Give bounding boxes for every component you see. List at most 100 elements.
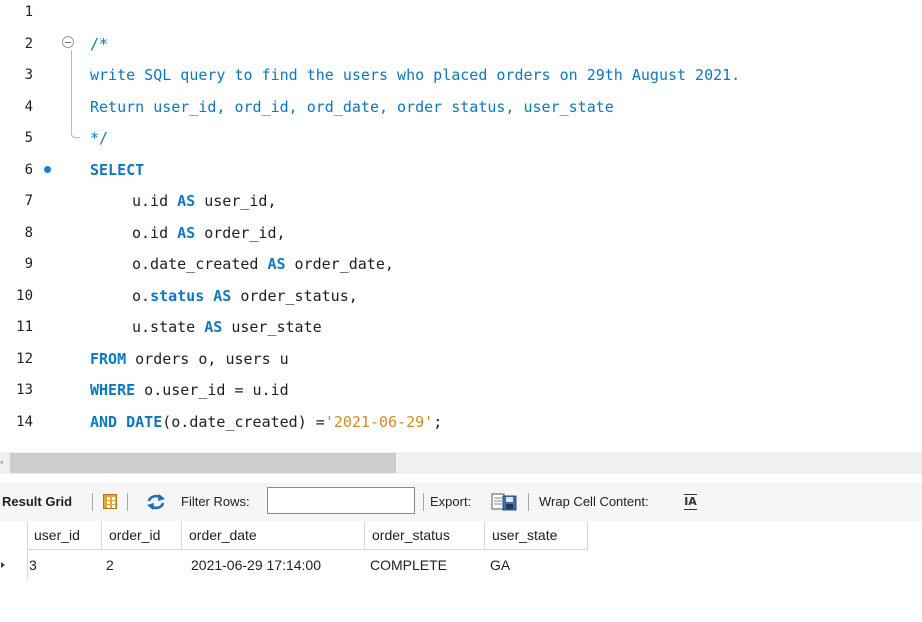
code-text: Return user_id, ord_id, ord_date, order … <box>90 92 614 123</box>
code-token: o.id <box>132 223 178 242</box>
line-number: 12 <box>16 350 33 367</box>
code-text: o.id AS order_id, <box>90 218 286 249</box>
code-token: u.state <box>132 318 205 336</box>
code-token: user_id, <box>195 192 277 210</box>
line-number: 8 <box>24 224 33 241</box>
code-line[interactable]: 14 AND DATE(o.date_created) ='2021-06-29'… <box>0 407 922 438</box>
code-line[interactable]: 7 u.id AS user_id, <box>0 186 922 217</box>
code-line[interactable]: 8 o.id AS order_id, <box>0 218 922 249</box>
code-text: write SQL query to find the users who pl… <box>90 60 740 91</box>
filter-rows-label: Filter Rows: <box>181 494 250 509</box>
code-line[interactable]: 13 WHERE o.user_id = u.id <box>0 375 922 406</box>
code-line[interactable]: 3 write SQL query to find the users who p… <box>0 60 922 91</box>
line-number: 9 <box>24 256 33 272</box>
code-line[interactable]: 10 o.status AS order_status, <box>0 281 922 312</box>
filter-rows-input[interactable] <box>267 487 415 514</box>
column-header-user-state[interactable]: user_state <box>485 521 588 550</box>
code-line[interactable]: 2 /* <box>0 29 922 60</box>
line-number: 10 <box>16 287 33 304</box>
cell-order-id[interactable]: 2 <box>106 551 182 579</box>
code-text: WHERE o.user_id = u.id <box>90 375 289 406</box>
code-text: SELECT <box>90 155 144 186</box>
row-marker-icon <box>1 562 5 568</box>
code-token: AS <box>204 318 223 336</box>
scroll-left-arrow-icon[interactable]: ‹ <box>0 457 4 469</box>
code-token: (o.date_created) = <box>162 412 325 431</box>
code-token: DATE <box>126 412 163 431</box>
row-gutter-divider <box>27 521 28 579</box>
cell-order-date[interactable]: 2021-06-29 17:14:00 <box>191 551 365 579</box>
result-toolbar: Result Grid Filter Rows: Export: Wrap Ce… <box>0 483 922 521</box>
code-token: order_status, <box>231 286 358 305</box>
code-text: o.date_created AS order_date, <box>90 249 394 280</box>
result-grid-tab[interactable]: Result Grid <box>2 483 72 521</box>
code-line[interactable]: 11 u.state AS user_state <box>0 312 922 343</box>
toolbar-separator <box>127 493 128 511</box>
wrap-cell-icon[interactable]: IA <box>683 494 698 510</box>
wrap-cell-content-label: Wrap Cell Content: <box>539 494 649 509</box>
code-token: o. <box>132 286 151 305</box>
code-token: AND <box>90 412 118 431</box>
code-token: u.id <box>132 192 178 210</box>
line-number: 6 <box>24 161 33 178</box>
code-text: o.status AS order_status, <box>90 281 358 312</box>
sql-workbench: 1 2/* 3 write SQL query to find the users w… <box>0 0 922 622</box>
line-number: 11 <box>16 319 33 335</box>
toolbar-separator <box>92 493 93 511</box>
code-text: /* <box>90 29 108 60</box>
code-token: SELECT <box>90 160 145 179</box>
line-number: 4 <box>24 98 33 115</box>
column-header-order-id[interactable]: order_id <box>102 521 182 550</box>
result-grid[interactable]: user_id order_id order_date order_status use… <box>0 521 922 622</box>
line-number: 2 <box>24 35 33 52</box>
scrollbar-thumb[interactable] <box>10 453 396 473</box>
code-token: '2021-06-29' <box>324 412 434 431</box>
editor-horizontal-scrollbar[interactable]: ‹ <box>0 452 922 474</box>
code-line[interactable]: 6 SELECT <box>0 155 922 186</box>
code-token: AS <box>213 286 232 305</box>
code-text: */ <box>90 123 108 154</box>
code-token: ; <box>433 412 443 431</box>
column-header-order-date[interactable]: order_date <box>182 521 365 550</box>
grid-view-icon[interactable] <box>103 494 117 509</box>
code-line[interactable]: 4 Return user_id, ord_id, ord_date, order… <box>0 92 922 123</box>
line-number: 1 <box>24 4 33 20</box>
refresh-icon[interactable] <box>145 492 167 512</box>
code-token: /* <box>90 34 109 53</box>
code-token: AS <box>177 192 196 210</box>
code-token: o.date_created <box>132 255 268 273</box>
cell-order-status[interactable]: COMPLETE <box>370 551 485 579</box>
code-line[interactable]: 12 FROM orders o, users u <box>0 344 922 375</box>
code-token: order_id, <box>195 223 286 242</box>
sql-editor[interactable]: 1 2/* 3 write SQL query to find the users w… <box>0 0 922 446</box>
line-number: 5 <box>24 130 33 146</box>
column-header-order-status[interactable]: order_status <box>365 521 485 550</box>
code-token: orders o, users u <box>126 349 289 368</box>
code-token: order_date, <box>285 255 394 273</box>
line-number: 13 <box>16 382 33 398</box>
cell-user-state[interactable]: GA <box>490 551 588 579</box>
code-line[interactable]: 1 <box>0 0 922 28</box>
line-number: 3 <box>24 67 33 83</box>
code-text: u.state AS user_state <box>90 312 322 343</box>
code-token: WHERE <box>90 381 136 399</box>
code-text: u.id AS user_id, <box>90 186 277 217</box>
code-token: o.user_id = u.id <box>135 381 289 399</box>
export-label: Export: <box>430 494 472 509</box>
code-line[interactable]: 9 o.date_created AS order_date, <box>0 249 922 280</box>
export-icon[interactable] <box>491 492 518 512</box>
code-token: FROM <box>90 349 127 368</box>
cell-user-id[interactable]: 3 <box>29 551 102 579</box>
code-token: */ <box>90 129 109 147</box>
line-number: 14 <box>16 413 33 430</box>
toolbar-separator <box>528 493 529 511</box>
code-token: user_state <box>222 318 322 336</box>
code-token: AS <box>267 255 286 273</box>
column-header-user-id[interactable]: user_id <box>27 521 102 550</box>
code-line[interactable]: 5 */ <box>0 123 922 154</box>
code-text: AND DATE(o.date_created) ='2021-06-29'; <box>90 407 442 438</box>
code-token: write SQL query to find the users who pl… <box>90 66 741 84</box>
code-token: status <box>150 286 205 305</box>
